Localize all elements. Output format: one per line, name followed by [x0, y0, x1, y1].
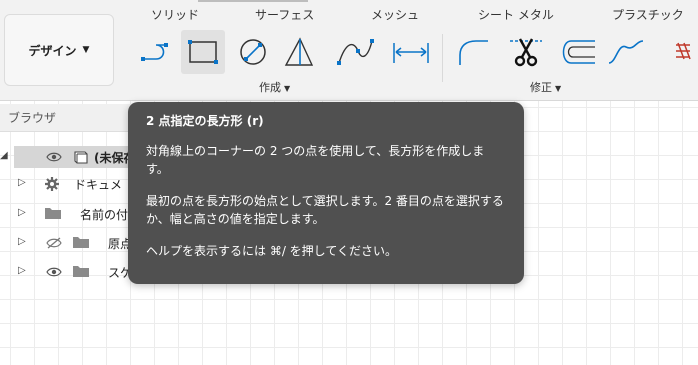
chevron-down-icon: ▼	[555, 84, 562, 93]
workspace-label: デザイン	[28, 43, 77, 58]
fillet-icon	[459, 40, 488, 65]
offset-tool-button[interactable]	[555, 30, 599, 74]
tooltip-title: 2 点指定の長方形 (r)	[146, 114, 264, 128]
hatch-icon	[676, 42, 691, 60]
circle-icon	[240, 39, 266, 65]
create-group-label: 作成	[259, 81, 281, 94]
line-icon	[141, 43, 168, 61]
active-tab-indicator	[198, 0, 308, 2]
chevron-down-icon: ▼	[82, 45, 90, 55]
eye-icon[interactable]	[46, 151, 62, 163]
tab-solid[interactable]: ソリッド	[151, 6, 199, 23]
rectangle-icon	[188, 40, 218, 64]
workspace-dropdown-button[interactable]: デザイン ▼	[4, 14, 114, 86]
spline-icon	[337, 39, 374, 65]
curve-icon	[608, 40, 644, 64]
hatch-tool-button[interactable]	[670, 30, 698, 74]
offset-icon	[562, 40, 595, 64]
folder-icon	[73, 266, 89, 277]
eye-hidden-icon[interactable]	[46, 237, 62, 249]
component-icon	[74, 151, 88, 164]
folder-icon	[45, 208, 61, 219]
rectangle-tool-button[interactable]	[181, 30, 225, 74]
toolbar-ribbon: ソリッド サーフェス メッシュ シート メタル プラスチック デザイン ▼ 作成…	[0, 0, 698, 101]
tooltip-help-hint: ヘルプを表示するには ⌘/ を押してください。	[146, 244, 397, 258]
expand-open-icon[interactable]: ◢	[0, 150, 8, 161]
expand-closed-icon[interactable]: ▷	[18, 236, 26, 247]
expand-closed-icon[interactable]: ▷	[18, 177, 26, 188]
trim-tool-button[interactable]	[504, 30, 548, 74]
chevron-down-icon: ▼	[284, 84, 291, 93]
dimension-icon	[393, 43, 429, 63]
tool-tooltip: 2 点指定の長方形 (r) 対角線上のコーナーの 2 つの点を使用して、長方形を…	[128, 102, 524, 284]
gear-icon	[45, 177, 59, 191]
triangle-icon	[284, 37, 314, 66]
tab-sheet-metal[interactable]: シート メタル	[478, 6, 554, 23]
folder-icon	[73, 237, 89, 248]
tree-item-label: ドキュメ	[74, 178, 123, 192]
tooltip-description: 対角線上のコーナーの 2 つの点を使用して、長方形を作成します。	[146, 144, 485, 176]
tree-item-label: 名前の付	[80, 208, 129, 222]
expand-closed-icon[interactable]: ▷	[18, 265, 26, 276]
modify-group-dropdown[interactable]: 修正 ▼	[530, 79, 561, 95]
dimension-tool-button[interactable]	[389, 30, 433, 74]
trim-scissors-icon	[510, 38, 542, 67]
tab-plastic[interactable]: プラスチック	[612, 6, 684, 23]
fillet-tool-button[interactable]	[450, 30, 494, 74]
group-divider	[442, 34, 443, 82]
spline-tool-button[interactable]	[334, 30, 378, 74]
line-tool-button[interactable]	[136, 30, 180, 74]
expand-closed-icon[interactable]: ▷	[18, 207, 26, 218]
circle-tool-button[interactable]	[231, 30, 275, 74]
create-group-dropdown[interactable]: 作成 ▼	[259, 79, 290, 95]
modify-group-label: 修正	[530, 81, 552, 94]
tab-mesh[interactable]: メッシュ	[371, 6, 419, 23]
curve-tool-button[interactable]	[604, 30, 648, 74]
polygon-tool-button[interactable]	[276, 30, 320, 74]
tooltip-instructions: 最初の点を長方形の始点として選択します。2 番目の点を選択するか、幅と高さの値を…	[146, 194, 504, 226]
eye-icon[interactable]	[46, 266, 62, 278]
tab-surface[interactable]: サーフェス	[255, 6, 314, 23]
